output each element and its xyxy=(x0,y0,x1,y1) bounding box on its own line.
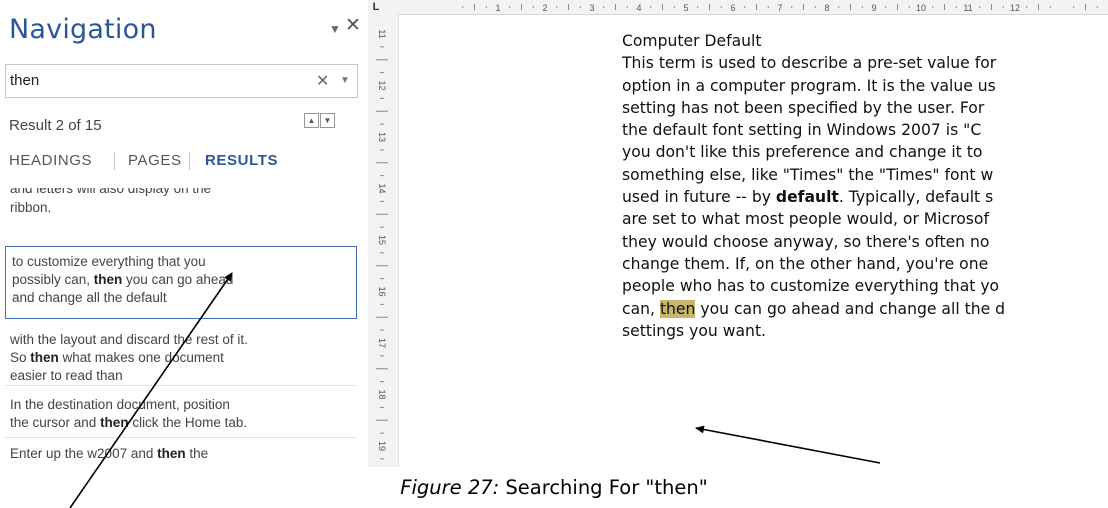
annotation-arrow-right xyxy=(695,425,881,464)
annotation-arrow-left xyxy=(69,272,233,508)
annotation-arrows xyxy=(69,272,881,508)
